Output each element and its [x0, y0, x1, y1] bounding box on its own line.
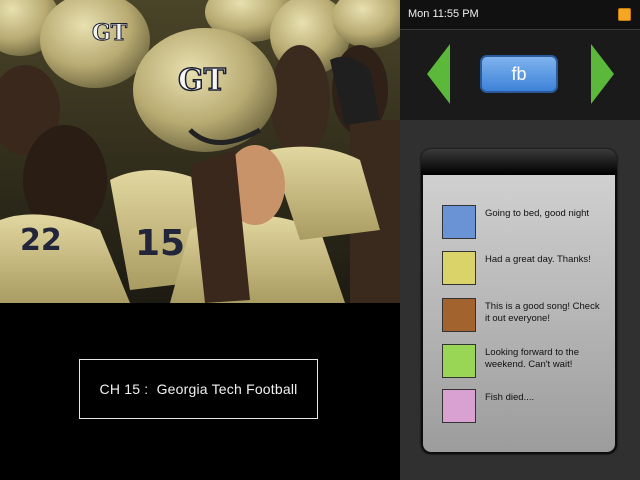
- post-avatar: [442, 205, 476, 239]
- channel-number: CH 15: [99, 381, 141, 397]
- channel-info-box: CH 15 : Georgia Tech Football: [79, 359, 318, 419]
- post-avatar: [442, 251, 476, 285]
- feed-post[interactable]: Had a great day. Thanks!: [442, 251, 612, 287]
- post-avatar: [442, 389, 476, 423]
- right-arrow-icon[interactable]: [591, 44, 614, 104]
- feed-post[interactable]: This is a good song! Check it out everyo…: [442, 298, 612, 334]
- post-text: Had a great day. Thanks!: [485, 254, 591, 265]
- app-root: 15 22 GT GT CH 15 : Georgia Tech Footbal…: [0, 0, 640, 480]
- feed-post[interactable]: Fish died....: [442, 389, 612, 425]
- post-text: Going to bed, good night: [485, 208, 590, 219]
- channel-separator: :: [140, 381, 157, 397]
- program-name: Georgia Tech Football: [156, 381, 298, 397]
- helmet-logo: GT: [92, 20, 128, 46]
- notification-square-icon[interactable]: [618, 8, 631, 21]
- feed-post[interactable]: Going to bed, good night: [442, 205, 612, 241]
- source-button-label: fb: [511, 63, 527, 84]
- feed-header: [421, 149, 617, 175]
- post-text: This is a good song! Check it out everyo…: [485, 301, 600, 324]
- broadcast-photo: 15 22 GT GT: [0, 0, 400, 303]
- source-navigator: fb: [400, 30, 640, 120]
- left-arrow-icon[interactable]: [427, 44, 450, 104]
- jersey-number: 15: [135, 223, 185, 264]
- post-text: Looking forward to the weekend. Can't wa…: [485, 347, 580, 370]
- post-avatar: [442, 344, 476, 378]
- tv-view: 15 22 GT GT CH 15 : Georgia Tech Footbal…: [0, 0, 400, 480]
- clock: Mon 11:55 PM: [408, 8, 479, 20]
- status-bar: Mon 11:55 PM: [400, 0, 640, 30]
- source-button[interactable]: fb: [480, 55, 558, 93]
- feed-list: Going to bed, good night Had a great day…: [423, 175, 615, 452]
- football-team-photo: 15 22 GT GT: [0, 0, 400, 303]
- feed-card: Going to bed, good night Had a great day…: [421, 149, 617, 454]
- helmet-logo: GT: [178, 63, 227, 98]
- jersey-number: 22: [20, 223, 62, 258]
- social-panel: Mon 11:55 PM fb Going to bed, good night…: [400, 0, 640, 480]
- feed-post[interactable]: Looking forward to the weekend. Can't wa…: [442, 344, 612, 380]
- post-text: Fish died....: [485, 392, 535, 403]
- post-avatar: [442, 298, 476, 332]
